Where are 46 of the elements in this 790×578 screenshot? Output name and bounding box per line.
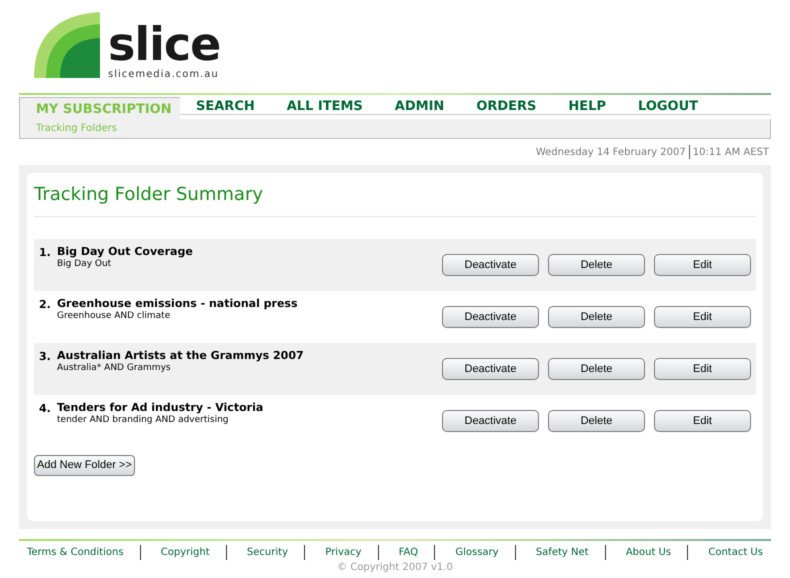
action-button[interactable]: Deactivate [442,410,539,432]
add-folder-button[interactable]: Add New Folder >> [34,455,135,476]
folder-title: Big Day Out Coverage [57,245,193,258]
folder-number: 2. [39,297,52,313]
copyright-text: © Copyright 2007 v1.0 [337,561,453,575]
nav-tab[interactable]: ALL ITEMS [270,97,379,115]
folder-query: Big Day Out [57,258,112,270]
time-text: 10:11 AM AEST [692,146,769,160]
footer-link[interactable]: About Us [626,545,672,560]
logo-domain: slicemedia.com.au [108,68,220,82]
nav-tab[interactable]: LOGOUT [622,97,714,115]
folder-query: Australia* AND Grammys [57,362,172,374]
folder-query: Greenhouse AND climate [57,310,172,322]
nav-tab[interactable]: ORDERS [460,97,552,115]
page-heading: Tracking Folder Summary [34,181,756,217]
footer-link[interactable]: Glossary [455,545,499,560]
nav-tab[interactable]: SEARCH [180,97,271,115]
folder-title: Greenhouse emissions - national press [57,297,298,310]
action-button[interactable]: Edit [654,254,751,276]
folder-title: Tenders for Ad industry - Victoria [57,401,264,414]
action-button[interactable]: Delete [548,410,645,432]
folder-number: 1. [39,245,52,261]
action-button[interactable]: Deactivate [442,358,539,380]
nav-tab[interactable]: ADMIN [378,97,460,115]
footer-link[interactable]: Privacy [325,545,362,560]
action-button[interactable]: Delete [548,306,645,328]
action-button[interactable]: Delete [548,358,645,380]
action-button[interactable]: Edit [654,410,751,432]
folder-number: 4. [39,401,52,417]
footer-link[interactable]: Copyright [160,545,210,560]
folder-title: Australian Artists at the Grammys 2007 [57,349,304,362]
nav-tab[interactable]: HELP [552,97,622,115]
footer-link[interactable]: Security [246,545,288,560]
action-button[interactable]: Delete [548,254,645,276]
folder-number: 3. [39,349,52,365]
footer-link[interactable]: Contact Us [708,545,763,560]
footer-link[interactable]: Terms & Conditions [27,545,124,560]
action-button[interactable]: Deactivate [442,306,539,328]
action-button[interactable]: Edit [654,306,751,328]
folder-query: tender AND branding AND advertising [57,414,230,426]
logo-wordmark: slice [108,21,220,67]
action-button[interactable]: Edit [654,358,751,380]
action-button[interactable]: Deactivate [442,254,539,276]
footer-link[interactable]: FAQ [398,545,418,560]
date-text: Wednesday 14 February 2007 [536,146,686,160]
footer-link[interactable]: Safety Net [536,545,589,560]
